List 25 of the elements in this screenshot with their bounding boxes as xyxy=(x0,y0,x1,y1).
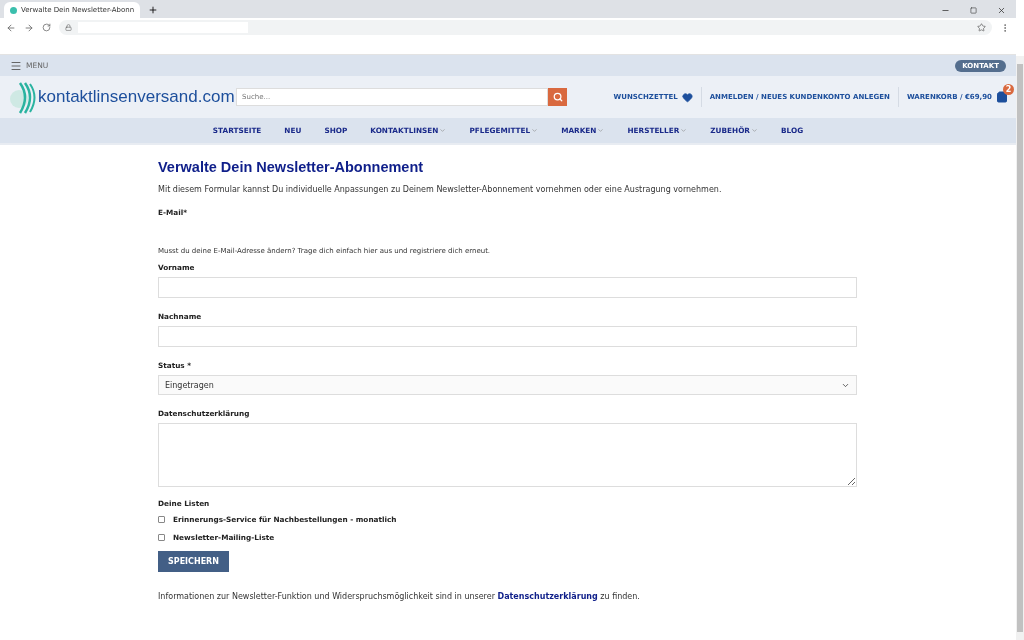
checkbox[interactable] xyxy=(158,534,165,541)
reload-icon[interactable] xyxy=(42,23,51,32)
logo-text: kontaktlinsenversand.com xyxy=(38,87,235,107)
checkbox[interactable] xyxy=(158,516,165,523)
privacy-link[interactable]: Datenschutzerklärung xyxy=(497,592,598,601)
star-icon[interactable] xyxy=(977,23,986,32)
shopping-bag-icon[interactable] xyxy=(996,91,1008,103)
page-title: Verwalte Dein Newsletter-Abonnement xyxy=(158,159,425,175)
menu-icon xyxy=(10,59,22,72)
footer-text: Informationen zur Newsletter-Funktion und Widerspruchsmöglichkeit sind in unserer Datenschutzerklärung zu finden. xyxy=(158,592,641,601)
back-icon[interactable] xyxy=(6,22,16,33)
search-icon xyxy=(552,92,563,102)
site-logo[interactable]: kontaktlinsenversand.com xyxy=(8,79,236,115)
status-select[interactable]: Eingetragen xyxy=(158,375,857,395)
cart-count-badge: 2 xyxy=(1003,84,1014,95)
forward-icon[interactable] xyxy=(24,22,34,33)
lock-icon xyxy=(65,24,72,31)
heart-icon[interactable] xyxy=(681,91,693,103)
save-button[interactable]: SPEICHERN xyxy=(158,551,229,572)
close-window-icon[interactable] xyxy=(997,6,1006,15)
new-tab-icon[interactable] xyxy=(148,5,158,15)
favicon-icon xyxy=(10,6,17,14)
restore-icon[interactable] xyxy=(970,7,977,14)
search-button[interactable] xyxy=(548,88,567,106)
intro-text: Mit diesem Formular kannst Du individuelle Anpassungen zu Deinem Newsletter-Abonnement vornehmen oder eine Austragung vornehmen. xyxy=(158,185,723,194)
